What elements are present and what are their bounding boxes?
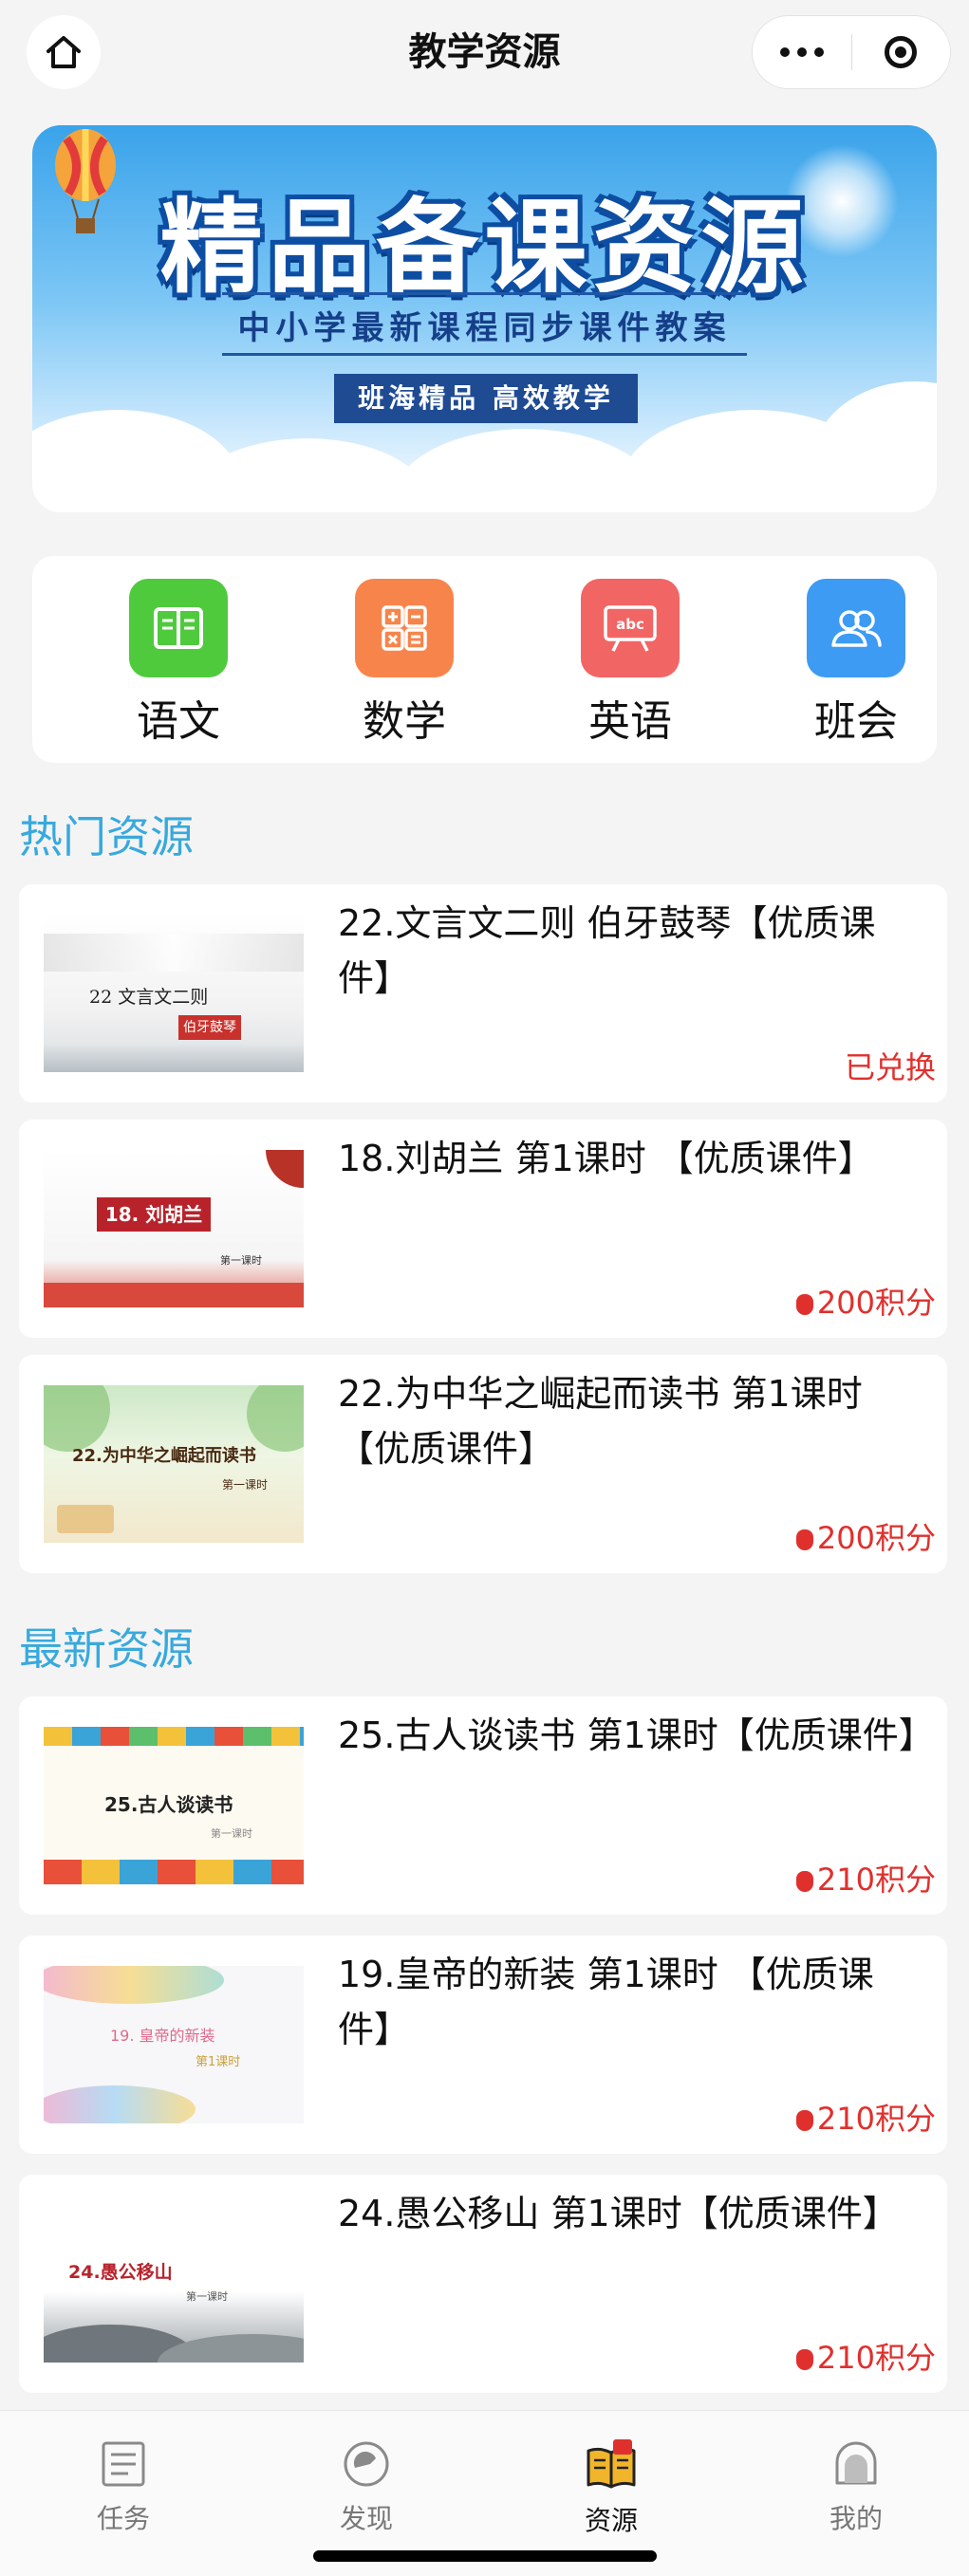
thumbnail-subcaption: 第一课时: [211, 1827, 252, 1840]
mini-program-capsule: [752, 15, 951, 89]
subject-label: 语文: [137, 697, 220, 746]
resource-card[interactable]: 18. 刘胡兰 第一课时 18.刘胡兰 第1课时 【优质课件】 200积分: [19, 1120, 947, 1338]
close-target-icon: [885, 36, 918, 68]
resource-price: 210积分: [795, 1856, 936, 1900]
thumbnail-subcaption: 第1课时: [196, 2055, 241, 2069]
resource-card[interactable]: 24.愚公移山 第一课时 24.愚公移山 第1课时【优质课件】 210积分: [19, 2175, 947, 2393]
resource-thumbnail: 22 文言文二则 伯牙鼓琴: [44, 915, 304, 1072]
tab-label: 发现: [339, 2503, 393, 2534]
resource-title: 22.为中华之崛起而读书 第1课时【优质课件】: [338, 1373, 863, 1470]
group-icon: [807, 579, 905, 677]
discover-icon: [344, 2441, 389, 2487]
tab-label: 任务: [96, 2503, 150, 2534]
thumbnail-caption: 19. 皇帝的新装: [110, 2027, 215, 2045]
resource-card[interactable]: 19. 皇帝的新装 第1课时 19.皇帝的新装 第1课时 【优质课件】 210积…: [19, 1936, 947, 2154]
resource-icon: [587, 2439, 636, 2489]
profile-icon: [835, 2441, 877, 2485]
close-button[interactable]: [852, 36, 951, 68]
banner-title: 精品备课资源: [159, 189, 810, 307]
thumbnail-subcaption: 第一课时: [186, 2290, 228, 2303]
subject-panel: 语文 数学 abc 英语 班会: [32, 556, 937, 763]
section-title-latest: 最新资源: [19, 1623, 194, 1675]
subject-label: 班会: [814, 697, 898, 746]
resource-price: 210积分: [795, 2095, 936, 2139]
banner-subtitle: 中小学最新课程同步课件教案: [237, 309, 732, 347]
tab-profile[interactable]: 我的: [790, 2439, 922, 2536]
resource-price: 200积分: [795, 1279, 936, 1323]
points-icon: [795, 2349, 813, 2370]
more-button[interactable]: [753, 47, 851, 57]
thumbnail-subcaption: 第一课时: [222, 1478, 269, 1492]
subject-class-meeting[interactable]: 班会: [780, 579, 932, 748]
resource-title: 22.文言文二则 伯牙鼓琴【优质课件】: [338, 902, 876, 999]
abc-board-icon: abc: [581, 579, 680, 677]
thumbnail-caption: 24.愚公移山: [68, 2262, 173, 2283]
banner-tag: 班海精品 高效教学: [334, 374, 638, 423]
cloud: [393, 429, 659, 512]
home-indicator[interactable]: [313, 2550, 657, 2562]
resource-card[interactable]: 22 文言文二则 伯牙鼓琴 22.文言文二则 伯牙鼓琴【优质课件】 已兑换: [19, 884, 947, 1103]
points-icon: [795, 1871, 813, 1892]
resource-title: 19.皇帝的新装 第1课时 【优质课件】: [338, 1954, 874, 2050]
more-dots-icon: [779, 47, 790, 57]
subject-english[interactable]: abc 英语: [554, 579, 706, 748]
resource-title: 24.愚公移山 第1课时【优质课件】: [338, 2193, 899, 2234]
tab-task[interactable]: 任务: [57, 2439, 190, 2536]
resource-price: 200积分: [795, 1514, 936, 1558]
calculator-icon: [355, 579, 454, 677]
top-nav-bar: 教学资源: [0, 0, 969, 104]
banner-line-top: [222, 292, 747, 295]
resource-thumbnail: 18. 刘胡兰 第一课时: [44, 1150, 304, 1307]
tab-label: 资源: [584, 2505, 638, 2536]
svg-text:abc: abc: [616, 616, 644, 633]
thumbnail-caption: 18. 刘胡兰: [97, 1197, 211, 1232]
resource-thumbnail: 24.愚公移山 第一课时: [44, 2205, 304, 2363]
resource-title: 25.古人谈读书 第1课时【优质课件】: [338, 1714, 935, 1756]
thumbnail-subcaption: 第一课时: [220, 1254, 262, 1267]
points-icon: [795, 1529, 813, 1550]
promo-banner[interactable]: 精品备课资源 中小学最新课程同步课件教案 班海精品 高效教学: [32, 125, 937, 512]
subject-chinese[interactable]: 语文: [102, 579, 254, 748]
resource-title: 18.刘胡兰 第1课时 【优质课件】: [338, 1138, 874, 1179]
thumbnail-caption: 25.古人谈读书: [104, 1793, 233, 1816]
resource-thumbnail: 19. 皇帝的新装 第1课时: [44, 1966, 304, 2123]
book-icon: [129, 579, 228, 677]
resource-thumbnail: 25.古人谈读书 第一课时: [44, 1727, 304, 1884]
subject-math[interactable]: 数学: [328, 579, 480, 748]
thumbnail-subcaption: 伯牙鼓琴: [178, 1015, 241, 1040]
tab-label: 我的: [829, 2503, 883, 2534]
thumbnail-caption: 22.为中华之崛起而读书: [72, 1446, 256, 1466]
tab-resource[interactable]: 资源: [545, 2439, 678, 2538]
thumbnail-caption: 22 文言文二则: [89, 987, 209, 1008]
resource-card[interactable]: 25.古人谈读书 第一课时 25.古人谈读书 第1课时【优质课件】 210积分: [19, 1696, 947, 1915]
subject-label: 数学: [363, 697, 446, 746]
resource-thumbnail: 22.为中华之崛起而读书 第一课时: [44, 1385, 304, 1543]
resource-card[interactable]: 22.为中华之崛起而读书 第一课时 22.为中华之崛起而读书 第1课时【优质课件…: [19, 1355, 947, 1573]
tab-discover[interactable]: 发现: [300, 2439, 433, 2536]
points-icon: [795, 2110, 813, 2131]
task-icon: [102, 2441, 145, 2487]
resource-status: 已兑换: [844, 1049, 936, 1085]
section-title-hot: 热门资源: [19, 811, 194, 862]
resource-price: 210积分: [795, 2334, 936, 2378]
banner-line-bottom: [222, 353, 747, 356]
subject-label: 英语: [588, 697, 672, 746]
points-icon: [795, 1294, 813, 1315]
cloud: [811, 381, 937, 512]
